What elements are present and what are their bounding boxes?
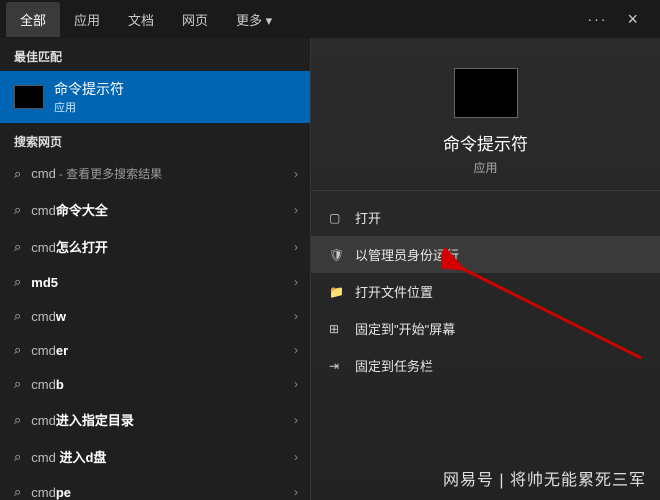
top-tab-bar: 全部应用文档网页更多 ▾ ··· × xyxy=(0,0,660,38)
search-icon: ⌕ xyxy=(14,308,21,324)
web-search-item[interactable]: ⌕ cmd怎么打开 › xyxy=(0,228,310,265)
search-icon: ⌕ xyxy=(14,166,21,182)
chevron-right-icon: › xyxy=(294,309,298,323)
search-item-text: cmdw xyxy=(31,309,66,324)
web-search-item[interactable]: ⌕ cmd命令大全 › xyxy=(0,191,310,228)
search-item-extra: - 查看更多搜索结果 xyxy=(59,165,162,182)
action-folder[interactable]: 📁 打开文件位置 xyxy=(311,273,660,310)
action-admin[interactable]: 🛡 以管理员身份运行 xyxy=(311,236,660,273)
preview-pane: 命令提示符 应用 ▢ 打开 🛡 以管理员身份运行 📁 打开文件位置 ⊞ 固定到"开始"屏幕 ⇥ 固… xyxy=(310,38,660,500)
chevron-right-icon: › xyxy=(294,343,298,357)
web-search-item[interactable]: ⌕ cmd - 查看更多搜索结果 › xyxy=(0,156,310,191)
admin-icon: 🛡 xyxy=(329,248,345,262)
search-item-text: cmdpe xyxy=(31,485,71,500)
action-open[interactable]: ▢ 打开 xyxy=(311,199,660,236)
search-item-text: cmd进入指定目录 xyxy=(31,410,134,429)
web-search-item[interactable]: ⌕ cmdw › xyxy=(0,299,310,333)
search-item-text: cmd xyxy=(31,166,56,181)
action-label: 打开文件位置 xyxy=(355,282,433,301)
action-label: 打开 xyxy=(355,208,381,227)
web-search-item[interactable]: ⌕ cmdb › xyxy=(0,367,310,401)
chevron-right-icon: › xyxy=(294,167,298,181)
web-search-item[interactable]: ⌕ md5 › xyxy=(0,265,310,299)
search-item-text: cmder xyxy=(31,343,68,358)
chevron-right-icon: › xyxy=(294,485,298,499)
search-item-text: md5 xyxy=(31,275,58,290)
results-list: 最佳匹配 命令提示符 应用 搜索网页 ⌕ cmd - 查看更多搜索结果 › ⌕ cmd命… xyxy=(0,38,310,500)
watermark-text: 网易号 | 将帅无能累死三军 xyxy=(443,466,646,490)
search-icon: ⌕ xyxy=(14,484,21,500)
cmd-icon xyxy=(14,85,44,109)
action-pin-start[interactable]: ⊞ 固定到"开始"屏幕 xyxy=(311,310,660,347)
search-item-text: cmd 进入d盘 xyxy=(31,447,106,466)
search-icon: ⌕ xyxy=(14,202,21,218)
search-icon: ⌕ xyxy=(14,274,21,290)
preview-subtitle: 应用 xyxy=(321,159,650,176)
tab-0[interactable]: 全部 xyxy=(6,2,60,37)
preview-title: 命令提示符 xyxy=(321,130,650,155)
chevron-right-icon: › xyxy=(294,377,298,391)
cmd-icon-large xyxy=(454,68,518,118)
search-item-text: cmd命令大全 xyxy=(31,200,108,219)
more-options-icon[interactable]: ··· xyxy=(587,11,607,27)
best-match-item[interactable]: 命令提示符 应用 xyxy=(0,71,310,123)
search-web-header: 搜索网页 xyxy=(0,123,310,156)
chevron-right-icon: › xyxy=(294,240,298,254)
search-icon: ⌕ xyxy=(14,239,21,255)
search-icon: ⌕ xyxy=(14,412,21,428)
tab-2[interactable]: 文档 xyxy=(114,2,168,37)
search-icon: ⌕ xyxy=(14,342,21,358)
web-search-item[interactable]: ⌕ cmd 进入d盘 › xyxy=(0,438,310,475)
search-item-text: cmd怎么打开 xyxy=(31,237,108,256)
best-match-title: 命令提示符 xyxy=(54,79,124,99)
web-search-item[interactable]: ⌕ cmdpe › xyxy=(0,475,310,500)
folder-icon: 📁 xyxy=(329,285,345,299)
action-label: 以管理员身份运行 xyxy=(355,245,459,264)
tab-1[interactable]: 应用 xyxy=(60,2,114,37)
web-search-item[interactable]: ⌕ cmder › xyxy=(0,333,310,367)
chevron-right-icon: › xyxy=(294,203,298,217)
web-search-item[interactable]: ⌕ cmd进入指定目录 › xyxy=(0,401,310,438)
best-match-subtitle: 应用 xyxy=(54,99,124,115)
tab-4[interactable]: 更多 ▾ xyxy=(222,2,286,37)
chevron-right-icon: › xyxy=(294,450,298,464)
action-pin-taskbar[interactable]: ⇥ 固定到任务栏 xyxy=(311,347,660,384)
pin-start-icon: ⊞ xyxy=(329,322,345,336)
open-icon: ▢ xyxy=(329,211,345,225)
pin-taskbar-icon: ⇥ xyxy=(329,359,345,373)
action-label: 固定到"开始"屏幕 xyxy=(355,319,455,338)
action-label: 固定到任务栏 xyxy=(355,356,433,375)
best-match-header: 最佳匹配 xyxy=(0,38,310,71)
chevron-right-icon: › xyxy=(294,413,298,427)
close-icon[interactable]: × xyxy=(619,5,646,34)
search-icon: ⌕ xyxy=(14,449,21,465)
search-item-text: cmdb xyxy=(31,377,64,392)
chevron-right-icon: › xyxy=(294,275,298,289)
action-list: ▢ 打开 🛡 以管理员身份运行 📁 打开文件位置 ⊞ 固定到"开始"屏幕 ⇥ 固定到任务栏 xyxy=(311,191,660,384)
tab-3[interactable]: 网页 xyxy=(168,2,222,37)
search-icon: ⌕ xyxy=(14,376,21,392)
